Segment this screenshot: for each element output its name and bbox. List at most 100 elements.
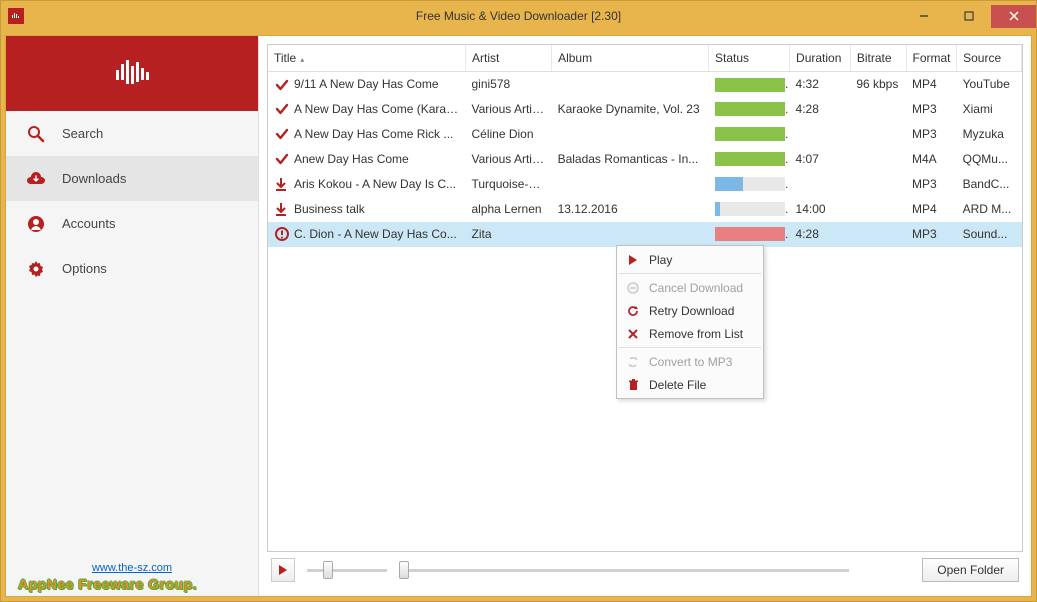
col-format[interactable]: Format xyxy=(906,45,957,72)
sidebar-item-search[interactable]: Search xyxy=(6,111,258,156)
play-icon xyxy=(625,252,641,268)
cell-duration: 14:00 xyxy=(790,197,851,222)
col-title[interactable]: Title▴ xyxy=(268,45,465,72)
cell-duration: 4:07 xyxy=(790,147,851,172)
cell-status xyxy=(709,172,790,197)
retry-icon xyxy=(625,303,641,319)
convert-icon xyxy=(625,354,641,370)
stop-icon xyxy=(625,280,641,296)
col-status[interactable]: Status xyxy=(709,45,790,72)
error-icon xyxy=(274,227,290,241)
seek-slider[interactable] xyxy=(399,561,849,579)
table-row[interactable]: A New Day Has Come Rick ...Céline DionMP… xyxy=(268,122,1022,147)
open-folder-button[interactable]: Open Folder xyxy=(922,558,1019,582)
ctx-retry-download[interactable]: Retry Download xyxy=(619,299,761,322)
cell-source: ARD M... xyxy=(957,197,1022,222)
search-icon xyxy=(26,124,46,144)
cell-format: MP3 xyxy=(906,222,957,247)
cell-title: Aris Kokou - A New Day Is C... xyxy=(294,177,456,191)
table-row[interactable]: Anew Day Has ComeVarious ArtistsBaladas … xyxy=(268,147,1022,172)
cell-album xyxy=(552,222,709,247)
cell-source: YouTube xyxy=(957,72,1022,97)
footer-group-text: AppNee Freeware Group. xyxy=(18,576,246,592)
ctx-play[interactable]: Play xyxy=(619,248,761,271)
cell-artist: alpha Lernen xyxy=(465,197,551,222)
sidebar-item-accounts[interactable]: Accounts xyxy=(6,201,258,246)
cell-artist: gini578 xyxy=(465,72,551,97)
cell-album xyxy=(552,72,709,97)
cell-bitrate xyxy=(850,172,906,197)
ctx-convert-mp3: Convert to MP3 xyxy=(619,350,761,373)
user-icon xyxy=(26,214,46,234)
cell-title: C. Dion - A New Day Has Co... xyxy=(294,227,457,241)
close-button[interactable] xyxy=(991,5,1036,28)
cell-format: MP3 xyxy=(906,97,957,122)
play-button[interactable] xyxy=(271,558,295,582)
sidebar-item-label: Downloads xyxy=(62,171,126,186)
download-icon xyxy=(274,202,290,216)
cell-artist: Various Artists xyxy=(465,97,551,122)
table-row[interactable]: 9/11 A New Day Has Comegini5784:3296 kbp… xyxy=(268,72,1022,97)
ctx-delete-file[interactable]: Delete File xyxy=(619,373,761,396)
check-icon xyxy=(274,152,290,166)
cell-status xyxy=(709,222,790,247)
table-row[interactable]: A New Day Has Come (Karao...Various Arti… xyxy=(268,97,1022,122)
cell-source: Myzuka xyxy=(957,122,1022,147)
cell-title: 9/11 A New Day Has Come xyxy=(294,77,439,91)
context-menu: Play Cancel Download Retry Download Remo… xyxy=(616,245,764,399)
app-icon xyxy=(8,8,24,24)
cloud-download-icon xyxy=(26,169,46,189)
sidebar-item-downloads[interactable]: Downloads xyxy=(6,156,258,201)
col-bitrate[interactable]: Bitrate xyxy=(850,45,906,72)
cell-status xyxy=(709,197,790,222)
cell-bitrate xyxy=(850,97,906,122)
footer-website-link[interactable]: www.the-sz.com xyxy=(18,562,246,574)
sidebar-item-options[interactable]: Options xyxy=(6,246,258,291)
cell-title: Anew Day Has Come xyxy=(294,152,409,166)
cell-artist: Zita xyxy=(465,222,551,247)
minimize-button[interactable] xyxy=(901,5,946,28)
table-row[interactable]: Aris Kokou - A New Day Is C...Turquoise-… xyxy=(268,172,1022,197)
download-icon xyxy=(274,177,290,191)
trash-icon xyxy=(625,377,641,393)
sidebar-item-label: Search xyxy=(62,126,103,141)
cell-duration xyxy=(790,172,851,197)
col-artist[interactable]: Artist xyxy=(465,45,551,72)
check-icon xyxy=(274,102,290,116)
cell-bitrate xyxy=(850,122,906,147)
col-source[interactable]: Source xyxy=(957,45,1022,72)
cell-source: QQMu... xyxy=(957,147,1022,172)
table-row[interactable]: Business talk alpha Lernen13.12.2016 14:00… xyxy=(268,197,1022,222)
cell-status xyxy=(709,97,790,122)
cell-source: BandC... xyxy=(957,172,1022,197)
maximize-button[interactable] xyxy=(946,5,991,28)
cell-source: Xiami xyxy=(957,97,1022,122)
cell-title: Business talk xyxy=(294,202,365,216)
cell-bitrate xyxy=(850,197,906,222)
ctx-remove-from-list[interactable]: Remove from List xyxy=(619,322,761,345)
cell-status xyxy=(709,72,790,97)
cell-bitrate xyxy=(850,222,906,247)
cell-format: MP3 xyxy=(906,172,957,197)
cell-album: 13.12.2016 xyxy=(552,197,709,222)
sidebar-item-label: Accounts xyxy=(62,216,115,231)
cell-format: M4A xyxy=(906,147,957,172)
cell-bitrate: 96 kbps xyxy=(850,72,906,97)
cell-album: Karaoke Dynamite, Vol. 23 xyxy=(552,97,709,122)
cell-duration: 4:28 xyxy=(790,97,851,122)
check-icon xyxy=(274,78,290,92)
cell-bitrate xyxy=(850,147,906,172)
window-title: Free Music & Video Downloader [2.30] xyxy=(416,9,621,23)
volume-slider[interactable] xyxy=(307,561,387,579)
cell-album xyxy=(552,122,709,147)
col-album[interactable]: Album xyxy=(552,45,709,72)
logo xyxy=(6,36,258,111)
table-row[interactable]: C. Dion - A New Day Has Co...Zita4:28MP3… xyxy=(268,222,1022,247)
cell-format: MP3 xyxy=(906,122,957,147)
cell-title: A New Day Has Come Rick ... xyxy=(294,127,453,141)
gear-icon xyxy=(26,259,46,279)
col-duration[interactable]: Duration xyxy=(790,45,851,72)
sort-asc-icon: ▴ xyxy=(300,55,304,64)
cell-source: Sound... xyxy=(957,222,1022,247)
check-icon xyxy=(274,127,290,141)
